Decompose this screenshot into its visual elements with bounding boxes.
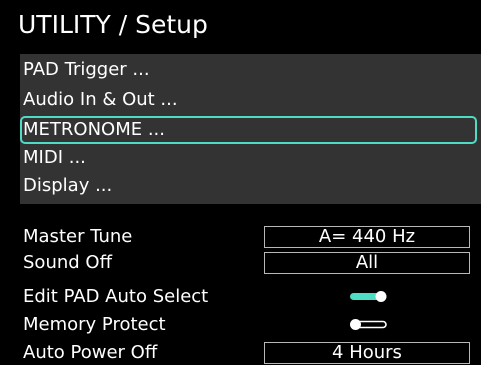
toggle-knob: [350, 319, 361, 330]
sound-off-value[interactable]: All: [264, 252, 470, 274]
edit-pad-auto-select-toggle[interactable]: [349, 290, 389, 304]
master-tune-label: Master Tune: [23, 226, 133, 247]
master-tune-value[interactable]: A= 440 Hz: [264, 226, 470, 248]
auto-power-off-value[interactable]: 4 Hours: [264, 342, 470, 364]
settings-list: Master Tune A= 440 Hz Sound Off All Edit…: [0, 0, 481, 365]
sound-off-label: Sound Off: [23, 252, 112, 273]
toggle-knob: [375, 291, 387, 302]
auto-power-off-label: Auto Power Off: [23, 342, 158, 363]
memory-protect-label: Memory Protect: [23, 314, 166, 335]
edit-pad-auto-select-label: Edit PAD Auto Select: [23, 286, 209, 307]
memory-protect-toggle[interactable]: [349, 318, 389, 332]
